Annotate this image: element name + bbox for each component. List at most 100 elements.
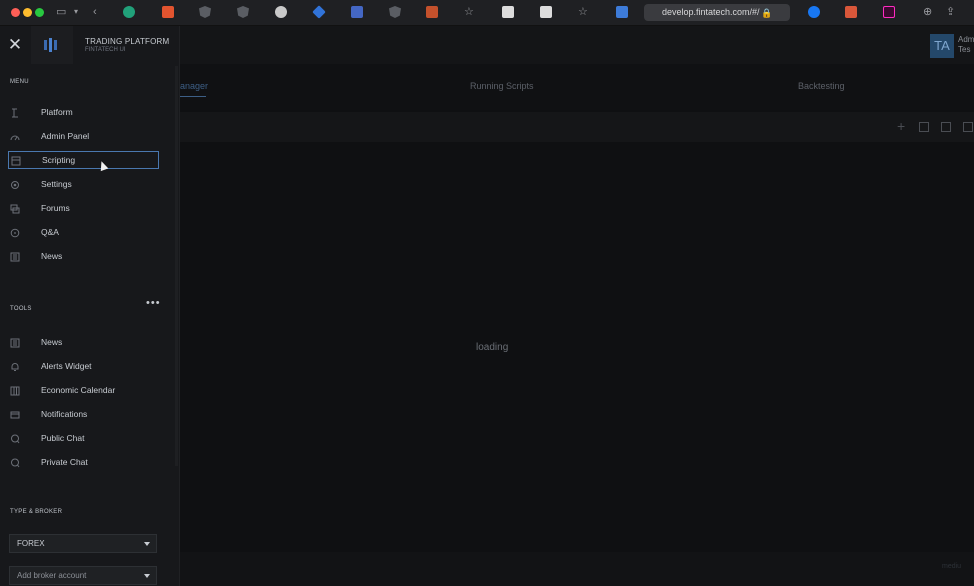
newspaper-icon (10, 338, 20, 348)
browser-tab-icon[interactable] (312, 5, 326, 19)
sidebar-item-label: Forums (41, 203, 70, 213)
avatar-initials: TA (934, 38, 950, 53)
browser-tab-icon[interactable] (275, 6, 287, 18)
browser-tab-icon[interactable] (616, 6, 628, 18)
sidebar-item-label: News (41, 337, 63, 347)
back-icon[interactable]: ‹ (93, 5, 97, 19)
forum-icon (10, 204, 20, 214)
sidebar-item-qa[interactable]: Q&A (8, 224, 159, 242)
market-type-select[interactable]: FOREX (9, 534, 157, 553)
sidebar-item-label: Admin Panel (41, 131, 90, 141)
sidebar-item-label: Scripting (42, 155, 76, 165)
sidebar-item-admin-panel[interactable]: Admin Panel (8, 128, 159, 146)
brand-header: ✕ TRADING PLATFORM FINTATECH UI (0, 26, 180, 64)
status-text: mediu (942, 563, 962, 570)
calendar-icon (10, 386, 20, 396)
sidebar-item-label: Platform (41, 107, 73, 117)
logo-icon (44, 38, 57, 52)
sidebar-item-news[interactable]: News (8, 248, 159, 266)
share-icon[interactable]: ⇪ (946, 5, 955, 19)
browser-tab-icon[interactable] (808, 6, 820, 18)
browser-tab-icon[interactable] (540, 6, 552, 18)
browser-tab-icon[interactable] (351, 6, 363, 18)
chevron-down-icon (144, 542, 150, 546)
run-icon[interactable] (919, 122, 929, 132)
sidebar-item-scripting[interactable]: Scripting (8, 151, 159, 169)
sidebar-item-tools-news[interactable]: News (8, 334, 159, 352)
active-tab-indicator (180, 96, 206, 97)
menu-section-label: MENU (10, 79, 29, 85)
sidebar-item-private-chat[interactable]: Private Chat (8, 454, 159, 472)
tab-script-manager[interactable]: anager (180, 81, 208, 91)
tools-section-label: TOOLS (10, 306, 32, 312)
browser-toolbar: ▭ ▾ ‹ ☆ ☆ develop.fintatech.com/#/ 🔒 ⊕ ⇪ (0, 0, 974, 26)
notification-icon (10, 411, 20, 419)
sidebar-item-label: Notifications (41, 409, 88, 419)
browser-tab-icon[interactable] (199, 6, 211, 18)
export-icon[interactable] (963, 122, 973, 132)
sidebar-item-label: Alerts Widget (41, 361, 92, 371)
brand-title: TRADING PLATFORM (85, 37, 170, 46)
close-window-button[interactable] (11, 8, 20, 17)
script-icon (11, 156, 21, 166)
url-text: develop.fintatech.com/#/ (662, 7, 760, 17)
broker-account-select[interactable]: Add broker account (9, 566, 157, 585)
browser-tab-icon[interactable] (845, 6, 857, 18)
browser-tab-icon[interactable] (389, 6, 401, 18)
chevron-down-icon (144, 574, 150, 578)
browser-tab-icon[interactable] (502, 6, 514, 18)
broker-account-placeholder: Add broker account (17, 571, 87, 580)
star-icon[interactable]: ☆ (464, 5, 474, 19)
type-broker-section-label: TYPE & BROKER (10, 509, 63, 515)
download-icon[interactable]: ⊕ (923, 5, 932, 19)
sidebar-item-label: Private Chat (41, 457, 88, 467)
chevron-down-icon[interactable]: ▾ (74, 5, 78, 19)
sidebar-item-notifications[interactable]: Notifications (8, 406, 159, 424)
chat-icon (11, 434, 20, 444)
close-icon: ✕ (7, 35, 23, 54)
loading-indicator: loading (476, 342, 509, 353)
platform-icon (12, 108, 18, 118)
user-role-label: Adm (958, 35, 974, 44)
gear-icon (11, 181, 19, 189)
sidebar-scrollbar[interactable] (175, 66, 178, 466)
save-icon[interactable] (941, 122, 951, 132)
add-icon[interactable]: + (897, 118, 905, 134)
status-bar (180, 552, 974, 586)
sidebar-item-label: Settings (41, 179, 72, 189)
sidebar-item-label: News (41, 251, 63, 261)
tab-running-scripts[interactable]: Running Scripts (470, 81, 534, 91)
newspaper-icon (10, 252, 20, 262)
tab-backtesting[interactable]: Backtesting (798, 81, 845, 91)
zoom-window-button[interactable] (35, 8, 44, 17)
chat-bubble-icon (11, 458, 20, 468)
browser-tab-icon[interactable] (123, 6, 135, 18)
sidebar-item-label: Economic Calendar (41, 385, 116, 395)
sidebar-toggle-icon[interactable]: ▭ (56, 5, 66, 19)
gauge-icon (10, 135, 20, 141)
sidebar-item-public-chat[interactable]: Public Chat (8, 430, 159, 448)
star-icon[interactable]: ☆ (578, 5, 588, 19)
sidebar-item-economic-calendar[interactable]: Economic Calendar (8, 382, 159, 400)
lock-icon: 🔒 (761, 8, 773, 18)
browser-tab-icon[interactable] (426, 6, 438, 18)
question-icon (10, 228, 20, 238)
sidebar-item-forums[interactable]: Forums (8, 200, 159, 218)
close-menu-button[interactable]: ✕ (0, 26, 30, 64)
avatar[interactable]: TA (930, 34, 954, 58)
more-options-icon[interactable]: ••• (146, 298, 161, 309)
market-type-value: FOREX (17, 539, 45, 548)
user-name-label: Tes (958, 45, 971, 54)
brand-subtitle: FINTATECH UI (85, 47, 126, 53)
browser-tab-icon[interactable] (883, 6, 895, 18)
sidebar-item-label: Q&A (41, 227, 59, 237)
sidebar-item-settings[interactable]: Settings (8, 176, 159, 194)
sidebar-item-alerts-widget[interactable]: Alerts Widget (8, 358, 159, 376)
browser-tab-icon[interactable] (162, 6, 174, 18)
minimize-window-button[interactable] (23, 8, 32, 17)
sidebar: ✕ TRADING PLATFORM FINTATECH UI MENU Pla… (0, 26, 180, 586)
sidebar-item-platform[interactable]: Platform (8, 104, 159, 122)
browser-tab-icon[interactable] (237, 6, 249, 18)
sidebar-item-label: Public Chat (41, 433, 85, 443)
bell-icon (11, 363, 19, 371)
